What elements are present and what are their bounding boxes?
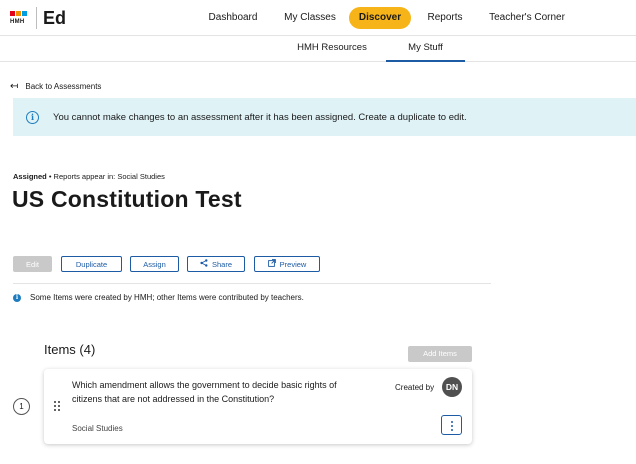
avatar: DN [442, 377, 462, 397]
nav-teachers-corner[interactable]: Teacher's Corner [484, 7, 570, 29]
add-items-button[interactable]: Add Items [408, 346, 472, 362]
share-button-label: Share [211, 259, 232, 269]
created-by-label: Created by [395, 383, 435, 392]
duplicate-button-label: Duplicate [75, 259, 108, 269]
duplicate-button[interactable]: Duplicate [61, 256, 122, 272]
item-card[interactable]: Which amendment allows the government to… [44, 369, 472, 444]
item-subject: Social Studies [72, 424, 123, 433]
info-icon: i [26, 110, 39, 124]
share-icon [200, 259, 208, 269]
info-note-text: Some Items were created by HMH; other It… [30, 293, 304, 302]
top-navigation: HMH Ed Dashboard My Classes Discover Rep… [0, 0, 636, 36]
status-label: Assigned [13, 172, 47, 181]
nav-discover[interactable]: Discover [349, 7, 411, 29]
hmh-logo-mark: HMH [10, 7, 32, 29]
info-icon: i [13, 293, 21, 302]
page-title: US Constitution Test [12, 186, 242, 212]
tab-my-stuff[interactable]: My Stuff [386, 36, 465, 62]
nav-my-classes[interactable]: My Classes [280, 7, 340, 29]
assigned-alert-banner: i You cannot make changes to an assessme… [13, 98, 636, 136]
edit-button[interactable]: Edit [13, 256, 52, 272]
item-question: Which amendment allows the government to… [72, 380, 337, 404]
preview-button[interactable]: Preview [254, 256, 320, 272]
assign-button[interactable]: Assign [130, 256, 179, 272]
item-number-badge: 1 [13, 398, 30, 415]
section-divider [13, 283, 491, 284]
back-link-label: Back to Assessments [25, 82, 102, 91]
nav-reports[interactable]: Reports [422, 7, 468, 29]
nav-dashboard[interactable]: Dashboard [198, 7, 268, 29]
assessment-meta: Assigned • Reports appear in: Social Stu… [13, 172, 165, 181]
assign-button-label: Assign [143, 259, 166, 269]
hmh-ed-logo[interactable]: HMH Ed [10, 6, 66, 30]
sub-navigation: HMH Resources My Stuff [0, 36, 636, 62]
back-to-assessments-link[interactable]: ↤ Back to Assessments [10, 81, 101, 92]
arrow-left-icon: ↤ [10, 81, 19, 92]
logo-divider [36, 7, 37, 29]
external-link-icon [267, 259, 276, 269]
alert-message: You cannot make changes to an assessment… [53, 111, 467, 123]
drag-handle-icon[interactable] [54, 401, 62, 411]
items-source-note: i Some Items were created by HMH; other … [13, 293, 304, 302]
items-heading: Items (4) [44, 342, 96, 357]
tab-hmh-resources[interactable]: HMH Resources [288, 36, 376, 62]
edit-button-label: Edit [26, 259, 39, 269]
preview-button-label: Preview [279, 259, 307, 269]
reports-subject: • Reports appear in: Social Studies [46, 172, 165, 181]
share-button[interactable]: Share [187, 256, 245, 272]
more-options-button[interactable] [441, 415, 462, 435]
product-name: Ed [43, 7, 67, 28]
